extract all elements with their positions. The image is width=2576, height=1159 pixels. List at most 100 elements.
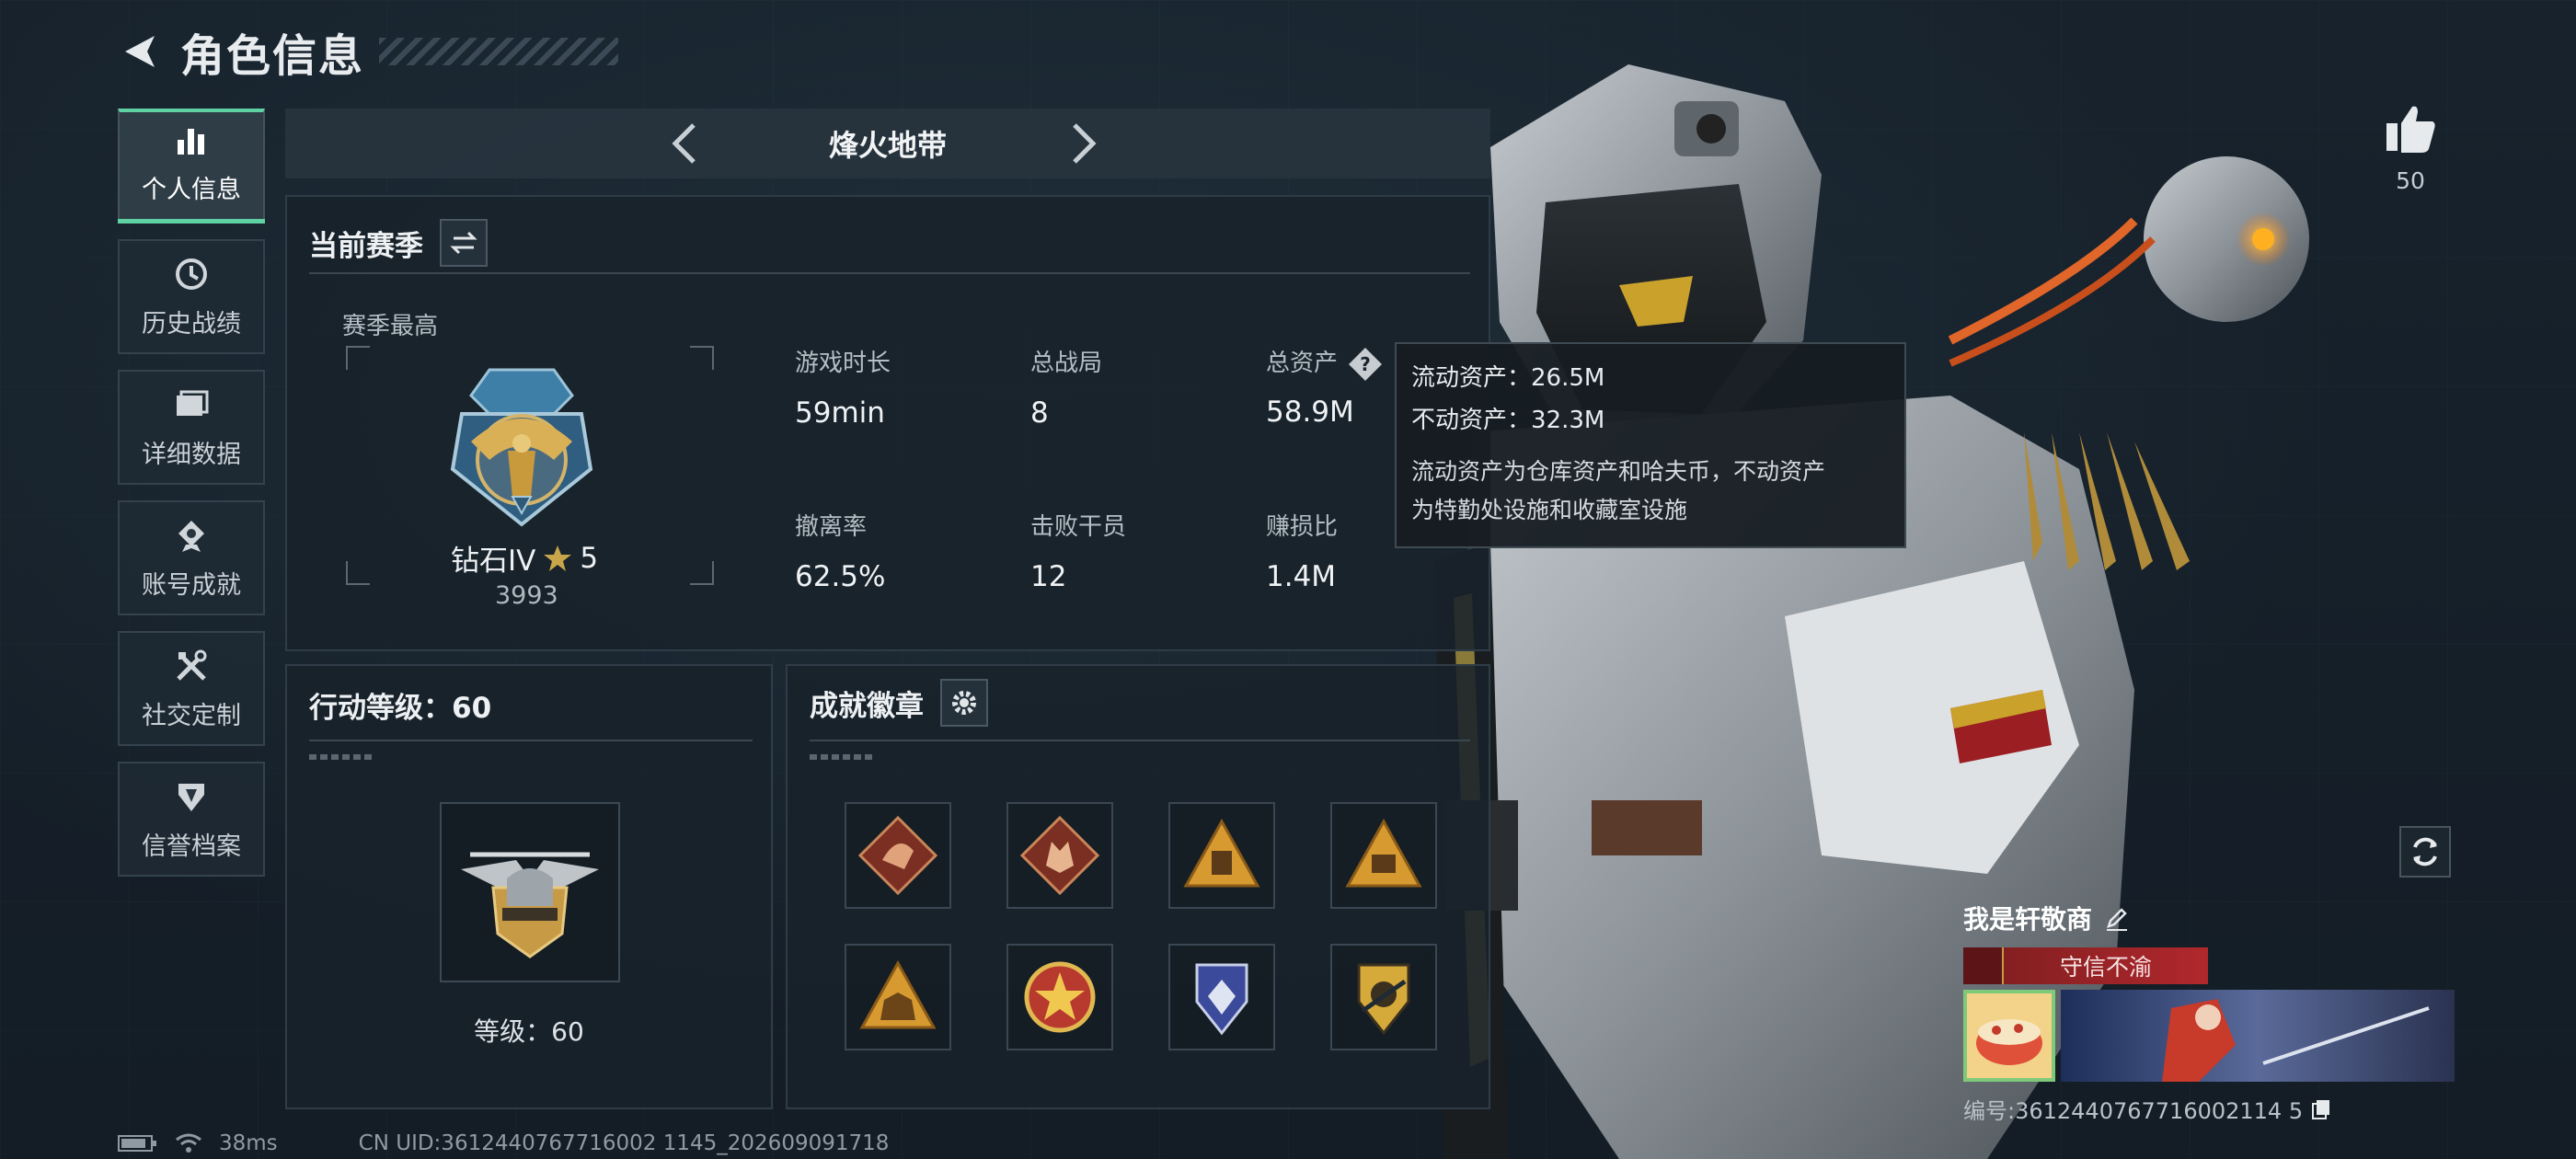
divider	[810, 740, 1470, 741]
action-level-panel: 行动等级：60 等级：60	[285, 664, 773, 1109]
badge-slot-1[interactable]	[845, 802, 951, 909]
warning-box-badge-icon	[1183, 818, 1260, 888]
clock-icon	[171, 254, 212, 294]
mode-selector: 烽火地带	[285, 109, 1490, 178]
nav-item-social[interactable]: 社交定制	[118, 631, 265, 746]
nav-label: 详细数据	[142, 441, 241, 469]
achievement-icon	[171, 515, 212, 556]
refresh-button[interactable]	[2399, 826, 2451, 878]
level-label: 等级：60	[474, 1016, 584, 1047]
badge-slot-5[interactable]	[845, 944, 951, 1050]
rank-tier: 钻石IV	[451, 545, 536, 578]
prev-mode-arrow-icon[interactable]	[662, 120, 710, 167]
nav-item-detailed-data[interactable]: 详细数据	[118, 370, 265, 485]
bar-chart-icon	[171, 120, 212, 160]
fixed-assets: 不动资产：32.3M	[1411, 407, 1605, 434]
badge-settings-button[interactable]	[940, 679, 988, 727]
shield-icon	[171, 776, 212, 817]
badge-slot-3[interactable]	[1168, 802, 1275, 909]
edit-icon[interactable]	[2103, 904, 2131, 932]
divider	[309, 740, 753, 741]
stat-value: 59min	[795, 396, 885, 430]
assets-tooltip: 流动资产：26.5M 不动资产：32.3M 流动资产为仓库资产和哈夫币，不动资产…	[1395, 342, 1906, 548]
nav-label: 信誉档案	[142, 832, 241, 861]
nav-label: 历史战绩	[142, 310, 241, 339]
stat-play-time: 游戏时长 59min	[795, 344, 891, 430]
sb-badge-icon	[1345, 818, 1422, 888]
stat-extraction-rate: 撤离率 62.5%	[795, 508, 885, 593]
stat-value: 8	[1030, 396, 1049, 430]
stat-label: 总资产?	[1266, 344, 1384, 383]
badge-slot-2[interactable]	[1006, 802, 1113, 909]
achievements-title: 成就徽章	[810, 689, 924, 723]
stat-total-assets: 总资产? 58.9M	[1266, 344, 1384, 429]
nav-item-achievements[interactable]: 账号成就	[118, 500, 265, 615]
player-card: 我是轩敬商 守信不渝 编号:3612440767716002114 5	[1963, 900, 2455, 1130]
title-decoration	[379, 38, 619, 65]
cake-avatar-icon	[1963, 990, 2055, 1082]
switch-season-button[interactable]	[440, 219, 488, 267]
stat-value: 62.5%	[795, 560, 886, 593]
copy-icon[interactable]	[2310, 1098, 2332, 1120]
folder-icon	[171, 384, 212, 425]
stat-value: 58.9M	[1266, 395, 1354, 429]
nav-item-history[interactable]: 历史战绩	[118, 239, 265, 354]
divider-dots	[309, 754, 374, 760]
stat-label: 总战局	[1030, 350, 1103, 377]
battery-icon	[118, 1135, 156, 1152]
crystal-shield-badge-icon	[1195, 963, 1248, 1036]
title-badge-text: 守信不渝	[2059, 954, 2152, 981]
helicopter-emblem-icon	[461, 852, 599, 958]
badge-slot-7[interactable]	[1168, 944, 1275, 1050]
like-button[interactable]: 50	[2381, 103, 2440, 194]
season-best-label: 赛季最高	[342, 313, 439, 340]
gear-icon	[952, 691, 976, 715]
nav-label: 个人信息	[142, 176, 241, 204]
rank-name: 钻石IV 5	[451, 537, 598, 579]
assets-description-2: 为特勤处设施和收藏室设施	[1411, 497, 1688, 523]
page-title: 角色信息	[180, 30, 365, 82]
stat-label: 游戏时长	[795, 350, 891, 377]
name-card-banner-icon	[2061, 990, 2455, 1082]
wifi-icon	[176, 1133, 201, 1153]
divider-dots	[810, 754, 874, 760]
stat-label: 撤离率	[795, 513, 868, 541]
season-title: 当前赛季	[309, 229, 423, 263]
badge-slot-6[interactable]	[1006, 944, 1113, 1050]
level-badge	[440, 802, 620, 982]
badge-slot-4[interactable]	[1330, 802, 1437, 909]
back-arrow-icon[interactable]	[118, 30, 160, 73]
rank-stars: 5	[580, 541, 599, 575]
stat-profit-loss-ratio: 赚损比 1.4M	[1266, 508, 1338, 593]
like-count: 50	[2396, 167, 2425, 194]
achievement-badges-panel: 成就徽章	[786, 664, 1490, 1109]
liquid-assets: 流动资产：26.5M	[1411, 364, 1605, 392]
level-title: 行动等级：60	[309, 692, 492, 725]
divider	[309, 272, 1470, 274]
stat-operators-defeated: 击败干员 12	[1030, 508, 1126, 593]
nav-item-personal-info[interactable]: 个人信息	[118, 109, 265, 224]
assets-description-1: 流动资产为仓库资产和哈夫币，不动资产	[1411, 458, 1826, 485]
stat-label: 击败干员	[1030, 513, 1127, 541]
player-name: 我是轩敬商	[1963, 904, 2093, 935]
player-id: 编号:3612440767716002114 5	[1963, 1098, 2304, 1124]
active-indicator	[118, 219, 265, 224]
card-row	[1963, 990, 2455, 1082]
next-mode-arrow-icon[interactable]	[1058, 120, 1106, 167]
stat-value: 12	[1030, 560, 1067, 593]
refresh-icon	[2413, 837, 2437, 866]
ping-text: 38ms	[219, 1131, 278, 1155]
help-icon[interactable]: ?	[1347, 346, 1384, 383]
status-footer: 38ms CN UID:3612440767716002 1145_202609…	[118, 1131, 889, 1155]
tools-icon	[171, 646, 212, 686]
mode-title: 烽火地带	[828, 128, 947, 163]
badge-slot-8[interactable]	[1330, 944, 1437, 1050]
title-badge-icon	[1963, 947, 2004, 984]
nav-item-reputation[interactable]: 信誉档案	[118, 762, 265, 877]
player-name-row: 我是轩敬商	[1963, 900, 2455, 936]
star-medal-badge-icon	[1024, 961, 1096, 1033]
sidebar-nav: 个人信息 历史战绩 详细数据 账号成就 社交定制 信誉档案	[118, 109, 265, 892]
star-icon	[544, 545, 572, 571]
stat-total-matches: 总战局 8	[1030, 344, 1102, 430]
elephant-badge-icon	[859, 959, 937, 1029]
